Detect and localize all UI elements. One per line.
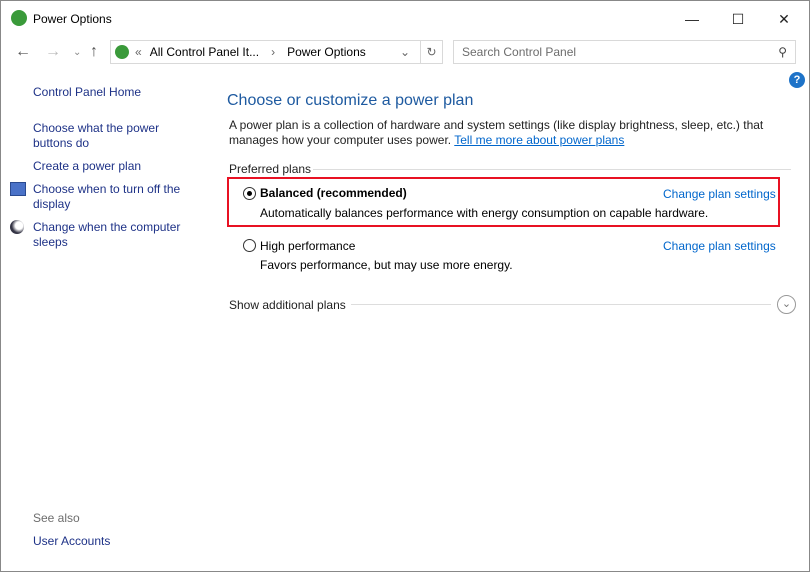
user-accounts-link[interactable]: User Accounts — [33, 534, 193, 549]
power-options-icon — [11, 10, 27, 26]
sidebar-item-power-buttons[interactable]: Choose what the power buttons do — [33, 121, 173, 151]
recent-dropdown-icon[interactable]: ⌄ — [73, 47, 81, 58]
sidebar-item-control-panel-home[interactable]: Control Panel Home — [33, 85, 193, 100]
back-button[interactable]: ← — [15, 43, 31, 61]
change-plan-settings-high[interactable]: Change plan settings — [663, 239, 776, 253]
display-clock-icon — [10, 182, 26, 196]
breadcrumb-overflow[interactable]: « — [135, 45, 142, 59]
help-icon[interactable]: ? — [789, 72, 805, 88]
plan-name[interactable]: Balanced (recommended) — [260, 186, 407, 200]
sidebar-item-turn-off-display[interactable]: Choose when to turn off the display — [33, 182, 193, 212]
breadcrumb-all-control-panel[interactable]: All Control Panel It... — [150, 45, 259, 59]
preferred-plans-label: Preferred plans — [229, 162, 312, 176]
learn-more-link[interactable]: Tell me more about power plans — [454, 133, 624, 147]
address-dropdown-icon[interactable]: ⌄ — [400, 45, 410, 59]
search-input[interactable]: Search Control Panel ⚲ — [453, 40, 796, 64]
plan-name[interactable]: High performance — [260, 239, 355, 253]
window-title: Power Options — [33, 12, 112, 26]
change-plan-settings-balanced[interactable]: Change plan settings — [663, 187, 776, 201]
page-title: Choose or customize a power plan — [227, 92, 474, 109]
breadcrumb-separator[interactable]: › — [271, 45, 275, 59]
power-options-icon — [115, 45, 129, 59]
window: Power Options — ☐ ✕ ← → ⌄ ↑ « All Contro… — [0, 0, 810, 572]
forward-button[interactable]: → — [45, 43, 61, 61]
see-also-label: See also — [33, 511, 80, 525]
minimize-button[interactable]: — — [669, 5, 715, 33]
search-icon[interactable]: ⚲ — [778, 45, 787, 59]
plan-description: Automatically balances performance with … — [260, 206, 709, 220]
search-placeholder: Search Control Panel — [462, 45, 577, 59]
sidebar-item-create-plan[interactable]: Create a power plan — [33, 159, 193, 174]
up-button[interactable]: ↑ — [90, 43, 98, 61]
address-bar[interactable]: « All Control Panel It... › Power Option… — [110, 40, 443, 64]
sidebar-item-computer-sleeps[interactable]: Change when the computer sleeps — [33, 220, 193, 250]
divider — [313, 169, 791, 170]
refresh-icon[interactable]: ↻ — [420, 41, 442, 63]
maximize-button[interactable]: ☐ — [715, 5, 761, 33]
balanced-radio[interactable] — [243, 187, 256, 200]
plan-description: Favors performance, but may use more ene… — [260, 258, 513, 272]
sleep-moon-icon — [10, 220, 24, 234]
high-performance-radio[interactable] — [243, 239, 256, 252]
chevron-down-icon[interactable]: ⌄ — [777, 295, 796, 314]
breadcrumb-power-options[interactable]: Power Options — [287, 45, 366, 59]
page-description: A power plan is a collection of hardware… — [229, 118, 789, 148]
close-button[interactable]: ✕ — [761, 5, 807, 33]
divider — [351, 304, 771, 305]
show-additional-plans[interactable]: Show additional plans — [229, 298, 346, 312]
